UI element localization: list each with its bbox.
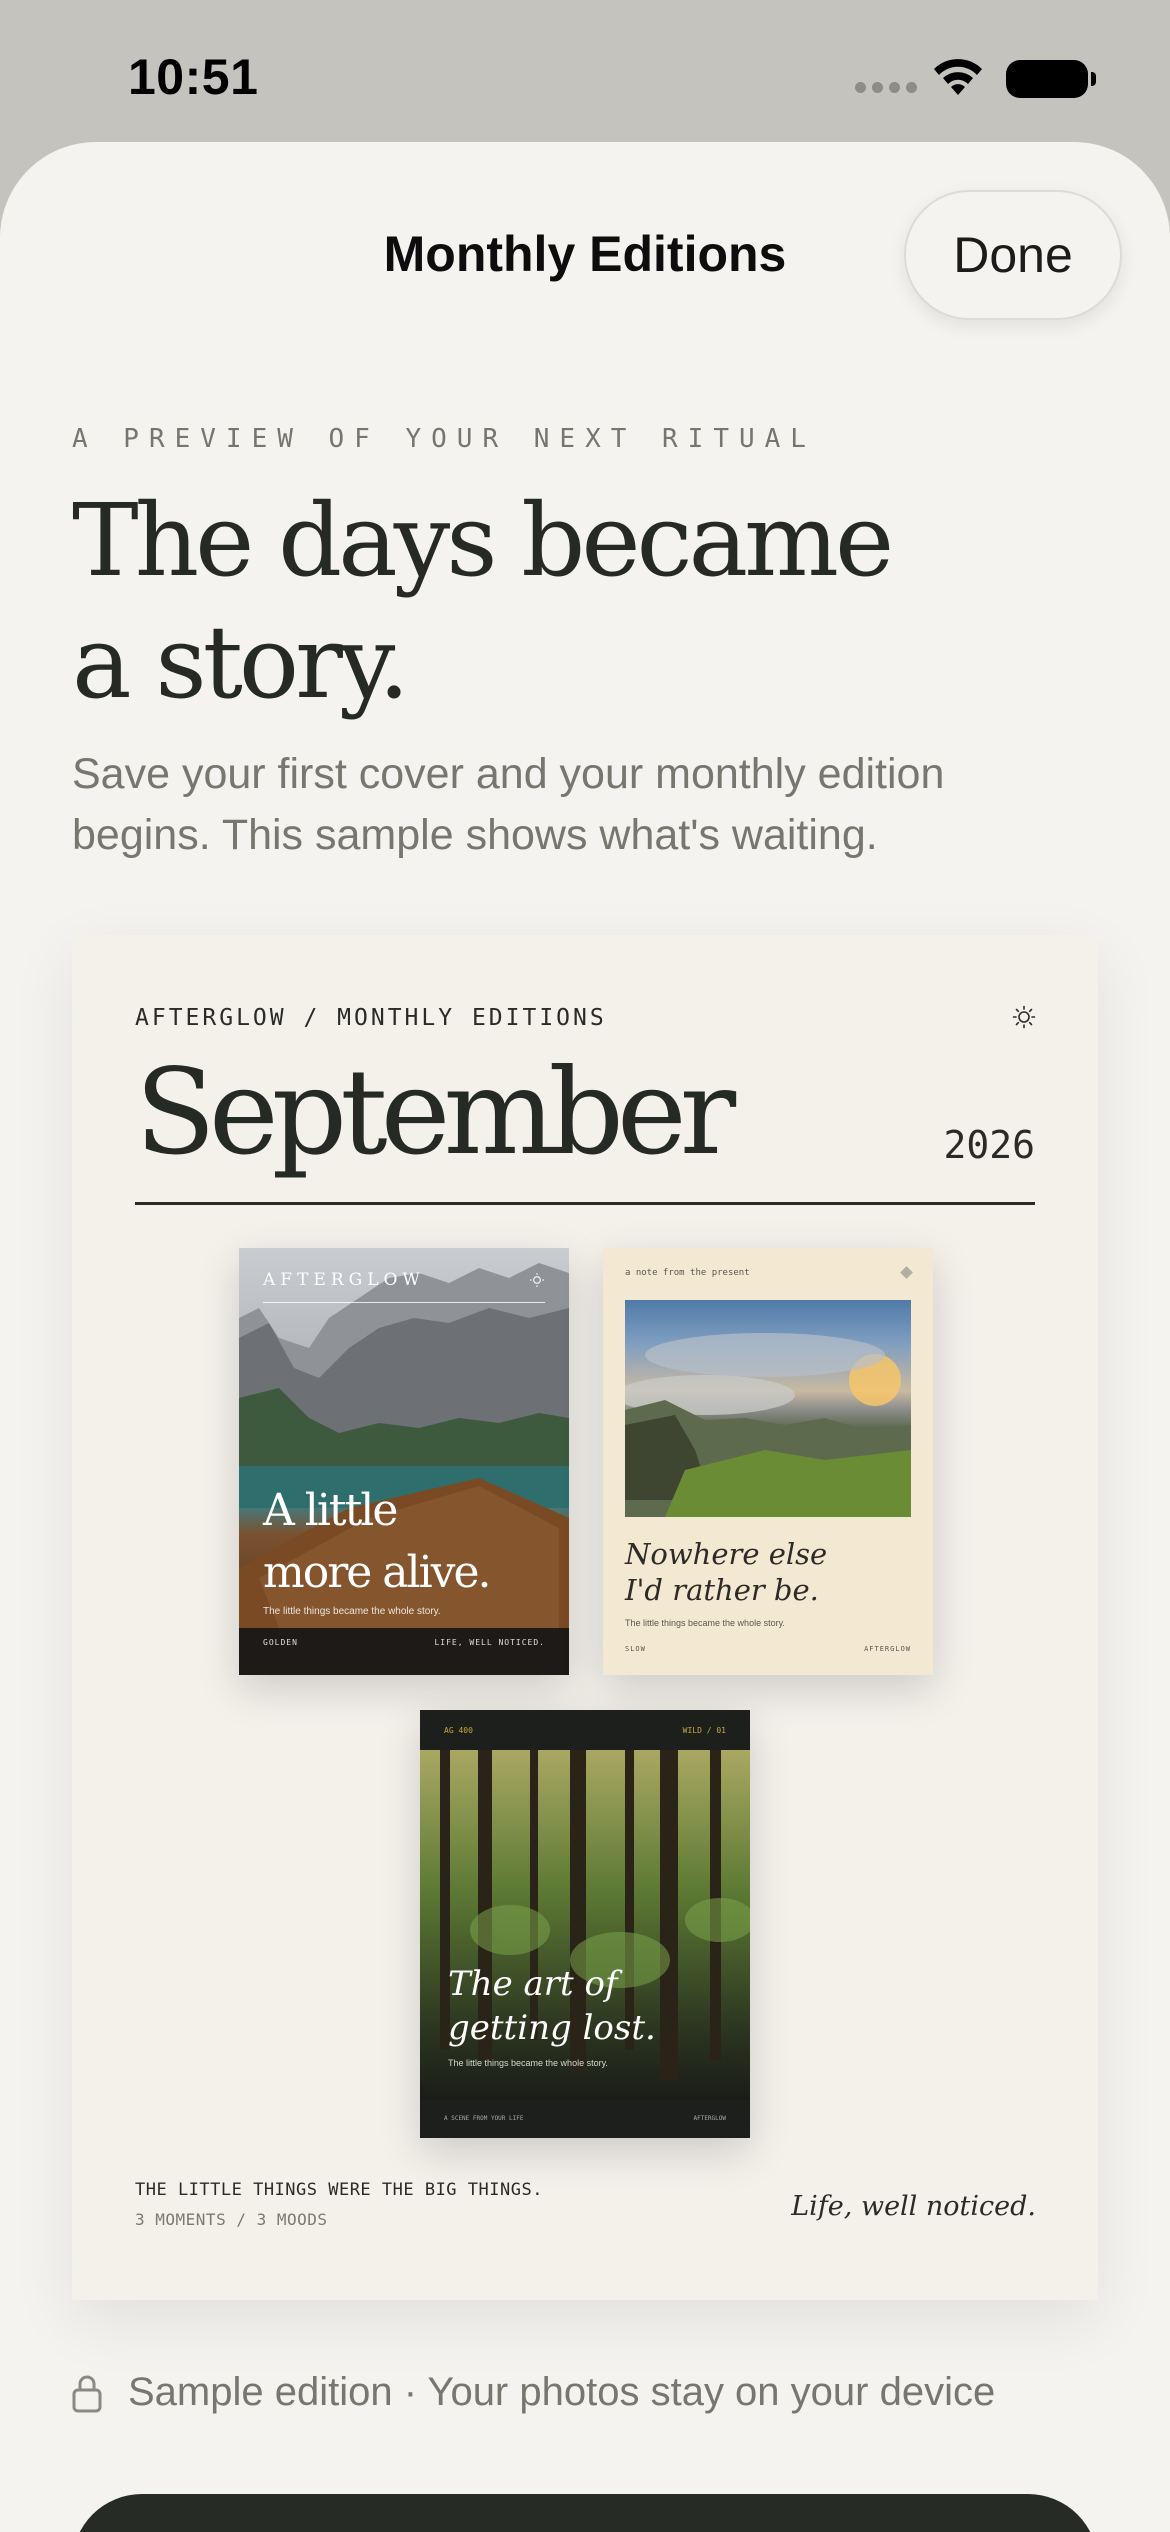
status-time: 10:51 [128,49,259,105]
cover-footer-left: GOLDEN [263,1638,298,1647]
headline-line-1: The days became [72,482,894,599]
edition-footer-line-2: 3 MOMENTS / 3 MOODS [135,2210,328,2229]
sun-icon [530,1273,544,1287]
cover-title-line: Nowhere else [625,1537,828,1571]
cover-top-left: AG 400 [444,1726,473,1735]
cover-title-line: getting lost. [448,2008,656,2048]
sun-icon [1012,1005,1036,1029]
cover-caption: The little things became the whole story… [625,1618,785,1628]
intro-subtitle: Save your first cover and your monthly e… [72,750,945,859]
cover-card-getting-lost: AG 400 WILD / 01 The art of getting lost… [420,1710,750,2138]
cover-title-line: The art of [448,1964,618,2004]
cover-caption: The little things became the whole story… [448,2058,608,2068]
edition-signature: Life, well noticed. [791,2191,1036,2222]
cover-title: A little more alive. [263,1480,553,1604]
edition-year: 2026 [943,1123,1035,1167]
headline-line-2: a story. [72,604,410,721]
edition-footer-line-1: THE LITTLE THINGS WERE THE BIG THINGS. [135,2180,543,2200]
signal-icon [855,82,917,93]
cover-title: Nowhere else I'd rather be. [625,1536,915,1608]
cover-footer-right: AFTERGLOW [693,2115,726,2122]
primary-action-button[interactable] [72,2494,1098,2532]
cover-footer-left: A SCENE FROM YOUR LIFE [444,2115,524,2122]
privacy-note: Sample edition · Your photos stay on you… [72,2370,995,2415]
cover-title: The art of getting lost. [448,1962,738,2050]
cover-card-afterglow: AFTERGLOW A little more alive. The littl… [239,1248,569,1675]
status-bar: 10:51 [0,0,1170,150]
cover-rule [263,1302,545,1303]
cover-title-line: I'd rather be. [625,1573,819,1607]
divider [135,1202,1035,1205]
diamond-icon [900,1266,913,1279]
battery-icon [1006,60,1096,98]
cover-title-line: A little [263,1485,398,1536]
cover-brand: AFTERGLOW [263,1270,425,1290]
lock-icon [72,2375,102,2412]
valley-sunset-photo [625,1300,911,1517]
wifi-icon [934,59,982,95]
privacy-text: Sample edition · Your photos stay on you… [128,2370,996,2414]
cover-title-line: more alive. [263,1547,492,1598]
cover-top-right: WILD / 01 [682,1726,726,1735]
cover-footer-right: AFTERGLOW [864,1645,911,1653]
intro-eyebrow: A PREVIEW OF YOUR NEXT RITUAL [72,424,816,454]
intro-headline: The days became a story. [72,480,1072,724]
done-button[interactable]: Done [904,190,1122,320]
cover-footer-right: LIFE, WELL NOTICED. [434,1638,545,1647]
cover-footer-left: SLOW [625,1645,646,1653]
edition-eyebrow: AFTERGLOW / MONTHLY EDITIONS [135,1005,607,1031]
cover-top-label: a note from the present [625,1268,750,1278]
edition-preview-card: AFTERGLOW / MONTHLY EDITIONS September 2… [72,935,1098,2300]
cover-card-nowhere-else: a note from the present Nowhere else I'd… [603,1248,933,1675]
cover-caption: The little things became the whole story… [263,1606,441,1617]
edition-month: September [135,1043,736,1181]
